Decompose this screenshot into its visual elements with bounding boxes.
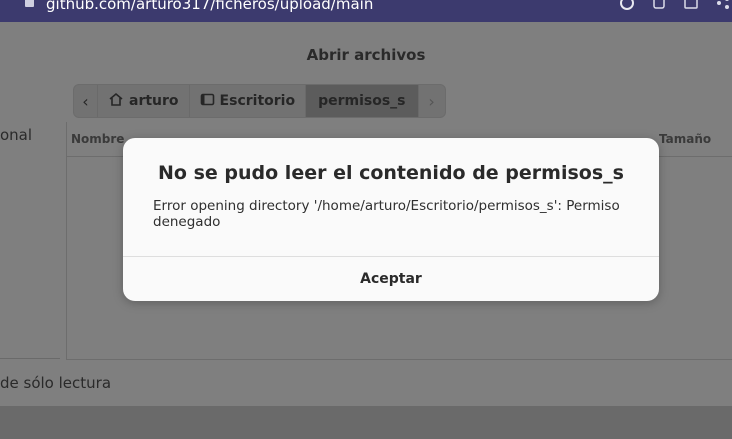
column-header-name[interactable]: Nombre xyxy=(71,132,124,146)
address-bar[interactable]: github.com/arturo317/ficheros/upload/mai… xyxy=(46,0,373,13)
path-item-label: permisos_s xyxy=(318,93,406,109)
error-dialog: No se pudo leer el contenido de permisos… xyxy=(123,138,659,301)
accept-button[interactable]: Aceptar xyxy=(123,257,659,301)
chevron-right-icon: › xyxy=(428,91,435,111)
browser-toolbar: github.com/arturo317/ficheros/upload/mai… xyxy=(0,0,732,22)
google-icon[interactable] xyxy=(618,0,636,10)
error-title: No se pudo leer el contenido de permisos… xyxy=(158,162,624,184)
path-item-current[interactable]: permisos_s xyxy=(306,85,419,117)
window-title: Abrir archivos xyxy=(306,46,426,64)
sidebar-divider xyxy=(0,358,60,359)
site-info-icon[interactable] xyxy=(25,0,34,7)
column-header-size[interactable]: Tamaño xyxy=(659,132,711,146)
path-item-home[interactable]: arturo xyxy=(98,85,190,117)
share-icon[interactable] xyxy=(714,0,732,10)
path-bar: ‹ arturo Escritorio permisos_s › xyxy=(73,84,446,118)
translate-icon[interactable] xyxy=(682,0,700,10)
path-item-label: Escritorio xyxy=(219,93,296,109)
read-only-option[interactable]: de sólo lectura xyxy=(0,374,111,392)
desktop-icon xyxy=(200,93,215,110)
path-item-label: arturo xyxy=(129,93,179,109)
chevron-left-icon: ‹ xyxy=(82,91,89,111)
home-icon xyxy=(108,92,124,111)
error-message: Error opening directory '/home/arturo/Es… xyxy=(153,198,620,230)
path-back-button[interactable]: ‹ xyxy=(74,85,98,117)
sidebar-item-partial[interactable]: onal xyxy=(0,126,32,144)
path-item-desktop[interactable]: Escritorio xyxy=(190,85,307,117)
install-icon[interactable] xyxy=(650,0,668,10)
path-forward-button[interactable]: › xyxy=(419,85,445,117)
window-header: Abrir archivos xyxy=(0,32,732,78)
